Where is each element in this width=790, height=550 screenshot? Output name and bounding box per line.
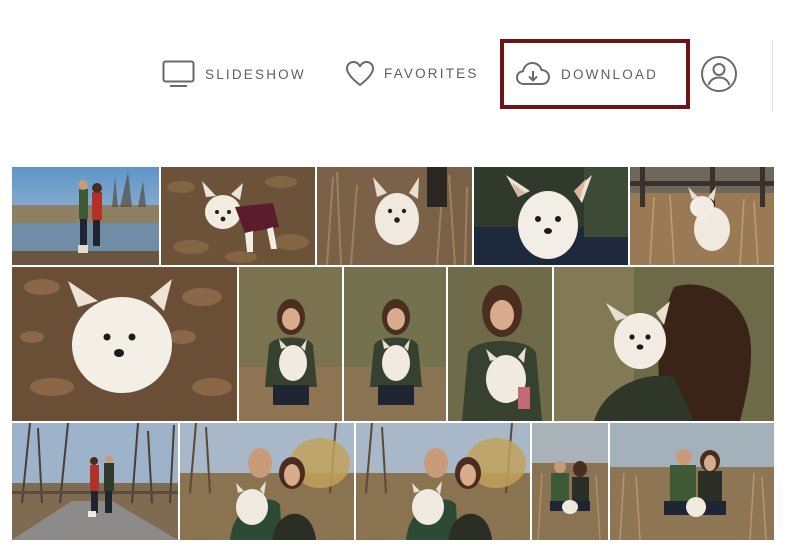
heart-icon <box>345 60 375 87</box>
photo-thumbnail[interactable] <box>554 267 774 421</box>
photo-dog-sweater <box>161 167 315 265</box>
photo-woman-dog-2 <box>344 267 446 421</box>
gallery-toolbar: SLIDESHOW FAVORITES DOWNLOAD <box>0 0 790 140</box>
photo-dog-shoulder <box>554 267 774 421</box>
photo-couple-dog-2 <box>356 423 530 540</box>
photo-thumbnail[interactable] <box>630 167 774 265</box>
photo-thumbnail[interactable] <box>180 423 354 540</box>
slideshow-label: SLIDESHOW <box>205 66 306 82</box>
photo-dog-leaves <box>12 267 237 421</box>
photo-dog-fence <box>630 167 774 265</box>
photo-thumbnail[interactable] <box>610 423 774 540</box>
photo-thumbnail[interactable] <box>12 267 237 421</box>
slideshow-button[interactable]: SLIDESHOW <box>162 60 306 88</box>
download-label: DOWNLOAD <box>561 66 659 82</box>
photo-dog-grass <box>317 167 472 265</box>
photo-thumbnail[interactable] <box>474 167 628 265</box>
photo-thumbnail[interactable] <box>161 167 315 265</box>
photo-woman-dog-3 <box>448 267 552 421</box>
photo-thumbnail[interactable] <box>532 423 608 540</box>
photo-couple-path <box>12 423 178 540</box>
favorites-button[interactable]: FAVORITES <box>345 60 479 87</box>
photo-woman-dog-1 <box>239 267 342 421</box>
photo-thumbnail[interactable] <box>344 267 446 421</box>
favorites-label: FAVORITES <box>384 66 479 81</box>
photo-couple-sitting-2 <box>610 423 774 540</box>
toolbar-divider <box>772 40 773 112</box>
account-button[interactable] <box>700 55 738 93</box>
user-circle-icon <box>700 55 738 93</box>
monitor-icon <box>162 60 195 88</box>
photo-thumbnail[interactable] <box>12 423 178 540</box>
photo-thumbnail[interactable] <box>356 423 530 540</box>
download-button[interactable]: DOWNLOAD <box>515 60 658 88</box>
cloud-download-icon <box>515 60 551 88</box>
photo-couple-sitting-1 <box>532 423 608 540</box>
photo-dog-closeup <box>474 167 628 265</box>
photo-thumbnail[interactable] <box>239 267 342 421</box>
photo-thumbnail[interactable] <box>317 167 472 265</box>
photo-couple-lake <box>12 167 159 265</box>
photo-thumbnail[interactable] <box>448 267 552 421</box>
photo-couple-dog-1 <box>180 423 354 540</box>
photo-thumbnail[interactable] <box>12 167 159 265</box>
